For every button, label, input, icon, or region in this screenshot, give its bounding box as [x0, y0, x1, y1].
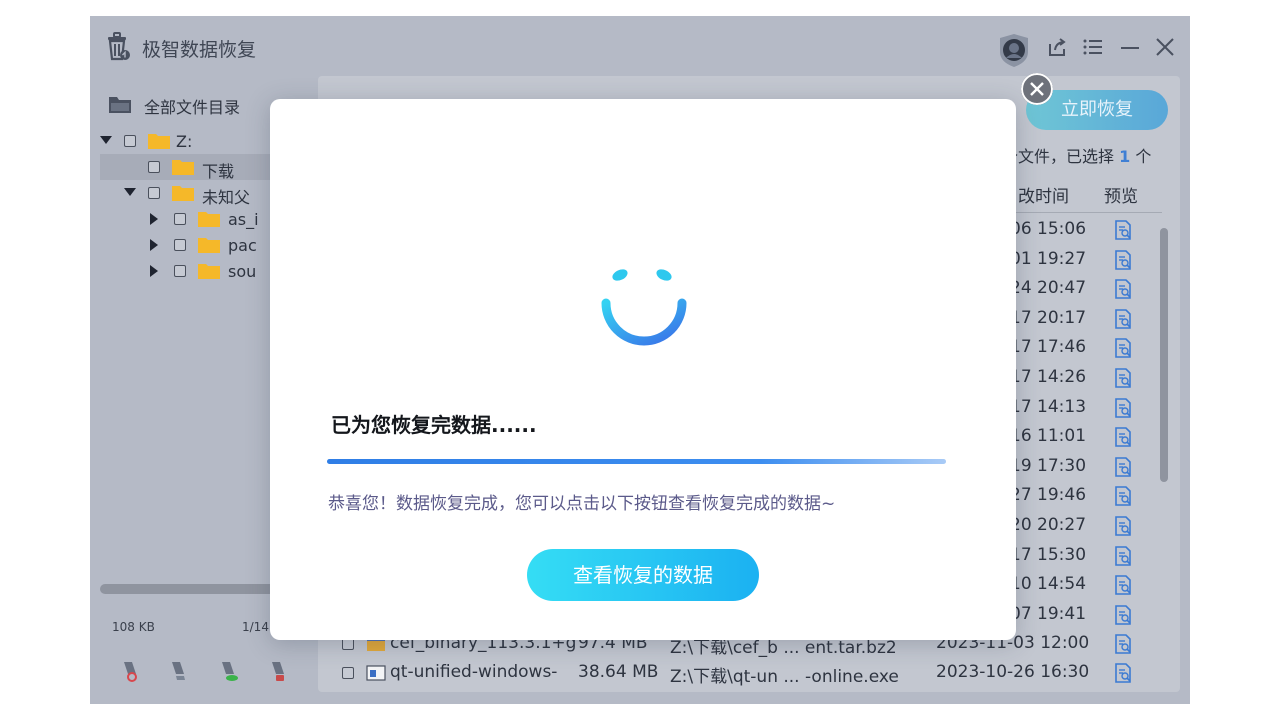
progress-fill: [327, 459, 946, 464]
collapse-arrow-icon[interactable]: [150, 213, 158, 225]
minimize-icon[interactable]: [1119, 36, 1141, 58]
folder-icon: [172, 186, 194, 201]
file-name: qt-unified-windows-: [390, 662, 558, 682]
file-time: 2023-10-26 16:30: [936, 662, 1090, 682]
tree-item-label: pac: [228, 236, 257, 255]
file-time: 27 19:46: [1010, 485, 1087, 505]
page-indicator: 1/14: [242, 620, 269, 634]
tree-checkbox[interactable]: [148, 187, 160, 199]
share-icon[interactable]: [1046, 36, 1068, 58]
file-size: 38.64 MB: [578, 662, 659, 682]
file-time: 17 20:17: [1010, 308, 1087, 328]
folder-icon: [198, 238, 220, 253]
view-recovered-data-button[interactable]: 查看恢复的数据: [527, 549, 759, 601]
preview-icon[interactable]: [1114, 663, 1132, 683]
preview-icon[interactable]: [1114, 516, 1132, 536]
smiley-icon: [601, 269, 687, 346]
all-directories-label: 全部文件目录: [144, 98, 241, 117]
close-dialog-icon[interactable]: [1021, 73, 1053, 105]
tree-item-label: Z:: [176, 132, 193, 151]
preview-icon[interactable]: [1114, 309, 1132, 329]
preview-icon[interactable]: [1114, 250, 1132, 270]
file-time: 17 17:46: [1010, 337, 1087, 357]
restore-tool-icon[interactable]: [216, 658, 242, 684]
folder-icon: [172, 160, 194, 175]
tree-checkbox[interactable]: [124, 135, 136, 147]
selection-info: 个文件，已选择 1 个: [1002, 143, 1151, 167]
preview-icon[interactable]: [1114, 486, 1132, 506]
selection-suffix: 个: [1135, 147, 1152, 166]
folder-icon: [148, 134, 170, 149]
tree-checkbox[interactable]: [174, 239, 186, 251]
exe-file-icon: [366, 665, 386, 681]
dialog-message: 恭喜您！数据恢复完成，您可以点击以下按钮查看恢复完成的数据~: [328, 494, 836, 514]
expand-arrow-icon[interactable]: [100, 136, 112, 144]
selection-prefix: 个文件，已选择: [1002, 147, 1115, 166]
table-row[interactable]: qt-unified-windows- 38.64 MB Z:\下载\qt-un…: [342, 662, 1162, 687]
preview-icon[interactable]: [1114, 279, 1132, 299]
tree-checkbox[interactable]: [174, 265, 186, 277]
delete-tool-icon[interactable]: [118, 658, 144, 684]
file-time: 16 11:01: [1010, 426, 1087, 446]
menu-icon[interactable]: [1082, 36, 1104, 58]
progress-bar: [327, 459, 946, 464]
app-title: 极智数据恢复: [142, 39, 257, 61]
trash-recover-logo-icon: [108, 32, 130, 61]
user-avatar-icon[interactable]: [994, 30, 1034, 70]
file-time: 07 19:41: [1010, 604, 1087, 624]
preview-icon[interactable]: [1114, 457, 1132, 477]
file-time: 06 15:06: [1010, 219, 1087, 239]
row-checkbox[interactable]: [342, 667, 354, 679]
collapse-arrow-icon[interactable]: [150, 239, 158, 251]
preview-icon[interactable]: [1114, 605, 1132, 625]
recovery-complete-dialog: 已为您恢复完数据...... 恭喜您！数据恢复完成，您可以点击以下按钮查看恢复完…: [270, 99, 1016, 640]
close-window-icon[interactable]: [1154, 36, 1176, 58]
folder-icon: [198, 264, 220, 279]
file-time: 19 17:30: [1010, 456, 1087, 476]
file-time: 24 20:47: [1010, 278, 1087, 298]
column-header-preview: 预览: [1104, 187, 1138, 207]
file-time: 17 15:30: [1010, 545, 1087, 565]
folder-icon: [109, 97, 131, 113]
broom-tool-icon[interactable]: [166, 658, 192, 684]
preview-icon[interactable]: [1114, 368, 1132, 388]
preview-icon[interactable]: [1114, 398, 1132, 418]
preview-icon[interactable]: [1114, 575, 1132, 595]
tree-checkbox[interactable]: [174, 213, 186, 225]
file-time: 10 14:54: [1010, 574, 1087, 594]
preview-icon[interactable]: [1114, 338, 1132, 358]
file-time: 17 14:13: [1010, 397, 1087, 417]
size-label: 108 KB: [112, 620, 155, 634]
collapse-arrow-icon[interactable]: [150, 265, 158, 277]
folder-icon: [198, 212, 220, 227]
preview-icon[interactable]: [1114, 546, 1132, 566]
selection-count: 1: [1119, 147, 1131, 166]
file-time: 01 19:27: [1010, 249, 1087, 269]
preview-icon[interactable]: [1114, 634, 1132, 654]
title-bar: 极智数据恢复: [90, 16, 1190, 76]
preview-icon[interactable]: [1114, 220, 1132, 240]
column-header-time[interactable]: 改时间: [1018, 182, 1069, 207]
tree-checkbox[interactable]: [148, 161, 160, 173]
tree-item-label: as_i: [228, 210, 259, 229]
tree-item-label: 下载: [202, 162, 235, 181]
file-path: Z:\下载\qt-un ... -online.exe: [670, 667, 899, 687]
dialog-heading: 已为您恢复完数据......: [331, 413, 537, 437]
file-time: 17 14:26: [1010, 367, 1087, 387]
vertical-scrollbar[interactable]: [1160, 228, 1168, 482]
expand-arrow-icon[interactable]: [124, 188, 136, 196]
preview-icon[interactable]: [1114, 427, 1132, 447]
file-time: 20 20:27: [1010, 515, 1087, 535]
lock-tool-icon[interactable]: [266, 658, 292, 684]
tree-item-label: 未知父: [202, 188, 251, 207]
tree-item-label: sou: [228, 262, 257, 281]
